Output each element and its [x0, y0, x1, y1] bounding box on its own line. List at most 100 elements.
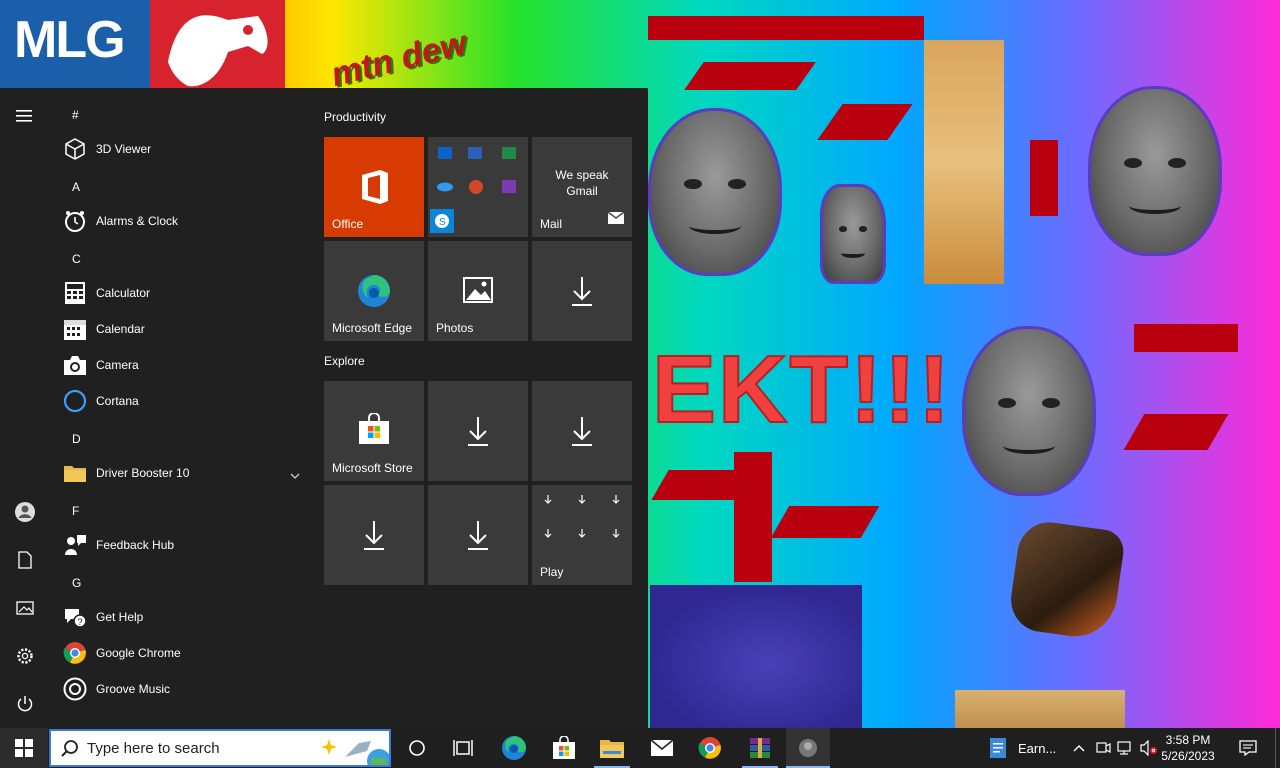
account-button[interactable] [0, 492, 50, 532]
doge-image [924, 40, 1004, 284]
rekt-text: EKT!!! [651, 335, 952, 444]
tile-pending-download[interactable] [532, 241, 632, 341]
taskbar-edge-button[interactable] [492, 728, 536, 768]
app-label: Driver Booster 10 [96, 466, 190, 480]
chevron-down-icon[interactable] [290, 467, 300, 485]
notes-app-label: Earn... [1018, 740, 1057, 756]
taskbar-task-view-button[interactable] [442, 728, 484, 768]
camera-icon [62, 352, 88, 378]
show-hidden-icons-button[interactable] [1068, 728, 1090, 768]
app-google-chrome[interactable]: Google Chrome [62, 635, 312, 671]
chrome-icon [698, 737, 721, 759]
app-driver-booster-10[interactable]: Driver Booster 10 [62, 455, 312, 491]
search-highlight-icon [319, 731, 389, 765]
cortana-icon [62, 388, 88, 414]
tray-volume-button[interactable] [1138, 728, 1160, 768]
photos-icon [463, 277, 493, 308]
folder-icon [62, 460, 88, 486]
start-button[interactable] [0, 728, 48, 768]
settings-button[interactable] [0, 636, 50, 676]
taskbar: Type here to search Earn... 3:58 PM 5/26… [0, 728, 1280, 768]
section-header-g[interactable]: G [72, 576, 81, 590]
app-label: Google Chrome [96, 646, 181, 660]
joint-image [1006, 518, 1127, 642]
hamburger-menu-button[interactable] [0, 96, 50, 136]
power-icon [17, 696, 33, 712]
tile-microsoft-store[interactable]: Microsoft Store [324, 381, 424, 481]
tile-label: Office [332, 217, 364, 231]
power-button[interactable] [0, 684, 50, 724]
svg-text:S: S [439, 217, 446, 228]
tile-photos[interactable]: Photos [428, 241, 528, 341]
taskbar-store-button[interactable] [542, 728, 586, 768]
app-camera[interactable]: Camera [62, 347, 312, 383]
tile-pending-download[interactable] [428, 381, 528, 481]
documents-button[interactable] [0, 540, 50, 580]
show-desktop-button[interactable] [1275, 728, 1280, 768]
section-header-f[interactable]: F [72, 504, 79, 518]
app-label: Feedback Hub [96, 538, 175, 552]
pictures-button[interactable] [0, 588, 50, 628]
mail-icon [650, 739, 674, 756]
winrar-icon [750, 738, 770, 758]
app-calculator[interactable]: Calculator [62, 275, 312, 311]
app-cortana[interactable]: Cortana [62, 383, 312, 419]
cortana-icon [409, 740, 425, 756]
section-header-a[interactable]: A [72, 180, 80, 194]
tray-network-button[interactable] [1115, 728, 1137, 768]
app-calendar[interactable]: Calendar [62, 311, 312, 347]
mlg-logo: MLG [0, 0, 285, 90]
app-feedback-hub[interactable]: Feedback Hub [62, 527, 312, 563]
taskbar-search-box[interactable]: Type here to search [49, 729, 391, 767]
tile-pending-download[interactable] [428, 485, 528, 585]
app-3d-viewer[interactable]: 3D Viewer [62, 131, 312, 167]
section-header-c[interactable]: C [72, 252, 81, 266]
taskbar-winrar-button[interactable] [738, 728, 782, 768]
clock-icon [62, 208, 88, 234]
taskbar-cortana-button[interactable] [396, 728, 438, 768]
mail-tile-caption: We speak Gmail [555, 168, 609, 198]
section-header-d[interactable]: D [72, 432, 81, 446]
tile-office[interactable]: Office [324, 137, 424, 237]
app-alarms-clock[interactable]: Alarms & Clock [62, 203, 312, 239]
tile-label: Microsoft Store [332, 461, 413, 475]
photo-icon [799, 739, 817, 757]
app-get-help[interactable]: ? Get Help [62, 599, 312, 635]
section-header-hash[interactable]: # [72, 108, 79, 122]
meme-face [820, 184, 886, 284]
mlg-logo-text: MLG [14, 11, 126, 69]
download-icon [570, 415, 594, 452]
tray-meet-now-button[interactable] [1092, 728, 1114, 768]
taskbar-notes-app-button[interactable]: Earn... [984, 728, 1068, 768]
file-explorer-icon [600, 740, 624, 758]
tile-office-apps[interactable]: S [428, 137, 528, 237]
tile-mail[interactable]: We speak Gmail Mail [532, 137, 632, 237]
taskbar-mail-button[interactable] [640, 728, 684, 768]
action-center-button[interactable] [1228, 728, 1268, 768]
app-groove-music[interactable]: Groove Music [62, 671, 312, 707]
tile-pending-download[interactable] [324, 485, 424, 585]
meme-face [648, 108, 782, 276]
chevron-up-icon [1073, 745, 1085, 752]
tile-label: Photos [436, 321, 474, 335]
svg-text:?: ? [78, 617, 83, 627]
taskbar-photo-app-button[interactable] [786, 728, 830, 768]
tile-play-folder[interactable]: Play [532, 485, 632, 585]
tray-clock[interactable]: 3:58 PM 5/26/2023 [1160, 732, 1216, 764]
taskbar-chrome-button[interactable] [688, 728, 732, 768]
taskbar-file-explorer-button[interactable] [590, 728, 634, 768]
search-icon [61, 739, 79, 757]
help-icon: ? [62, 604, 88, 630]
task-view-icon [453, 740, 473, 756]
webcam-icon [1096, 742, 1111, 753]
calculator-icon [62, 280, 88, 306]
download-icon [362, 519, 386, 556]
download-icon [466, 415, 490, 452]
download-grid-icon [544, 495, 620, 538]
notifications-icon [1239, 740, 1257, 756]
group-explore: Explore [324, 354, 365, 368]
doge-fragment-image [955, 690, 1125, 728]
tile-microsoft-edge[interactable]: Microsoft Edge [324, 241, 424, 341]
tile-pending-download[interactable] [532, 381, 632, 481]
gamepad-icon [168, 15, 268, 87]
